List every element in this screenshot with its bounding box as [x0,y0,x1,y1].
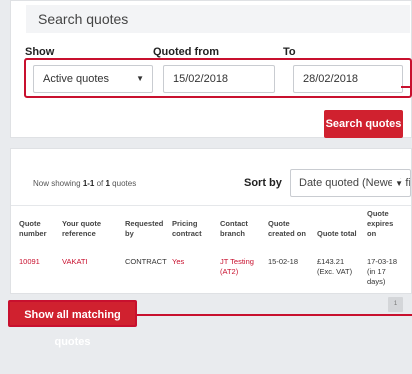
search-quotes-panel: Search quotes Show Quoted from To Active… [10,0,412,138]
col-your-reference: Your quote reference [62,219,102,238]
show-select-value: Active quotes [43,73,110,85]
pagination-page[interactable]: 1 [388,297,403,312]
show-all-matching-quotes-button[interactable]: Show all matching quotes [8,300,137,348]
col-expires-on: Quote expires on [367,209,394,238]
col-contact-branch: Contact branch [220,219,248,238]
cell-quote-number[interactable]: 10091 [19,257,40,267]
results-panel: Now showing 1-1 of 1 quotes Sort by Date… [10,148,412,294]
col-requested-by: Requested by [125,219,164,238]
cell-created-on: 15-02-18 [268,257,299,266]
col-created-on: Quote created on [268,219,306,238]
col-pricing-contract: Pricing contract [172,219,202,238]
col-quote-number: Quote number [19,219,47,238]
callout-line [401,86,412,88]
col-quote-total: Quote total [317,229,357,238]
sort-by-label: Sort by [244,177,282,189]
cell-pricing-contract[interactable]: Yes [172,257,184,267]
show-label: Show [25,46,55,58]
quoted-from-value: 15/02/2018 [173,73,229,85]
quoted-from-input[interactable]: 15/02/2018 [163,65,275,93]
search-title: Search quotes [26,5,410,33]
cell-your-reference[interactable]: VAKATI [62,257,88,267]
show-select[interactable]: Active quotes ▼ [33,65,153,93]
cell-requested-by: CONTRACT [125,257,167,266]
sort-select[interactable]: Date quoted (Newest first) ▼ [290,169,411,197]
divider [11,205,411,206]
quoted-to-value: 28/02/2018 [303,73,359,85]
results-count: Now showing 1-1 of 1 quotes [33,179,137,188]
quoted-from-label: Quoted from [153,46,219,58]
caret-down-icon: ▼ [392,179,403,188]
quoted-to-input[interactable]: 28/02/2018 [293,65,403,93]
cell-quote-total: £143.21 (Exc. VAT) [317,257,353,276]
search-quotes-button[interactable]: Search quotes [324,110,403,138]
to-label: To [283,46,296,58]
caret-down-icon: ▼ [136,74,144,83]
cell-contact-branch[interactable]: JT Testing (AT2) [220,257,264,277]
callout-line [137,314,412,316]
cell-expires-on: 17-03-18 (in 17 days) [367,257,398,286]
